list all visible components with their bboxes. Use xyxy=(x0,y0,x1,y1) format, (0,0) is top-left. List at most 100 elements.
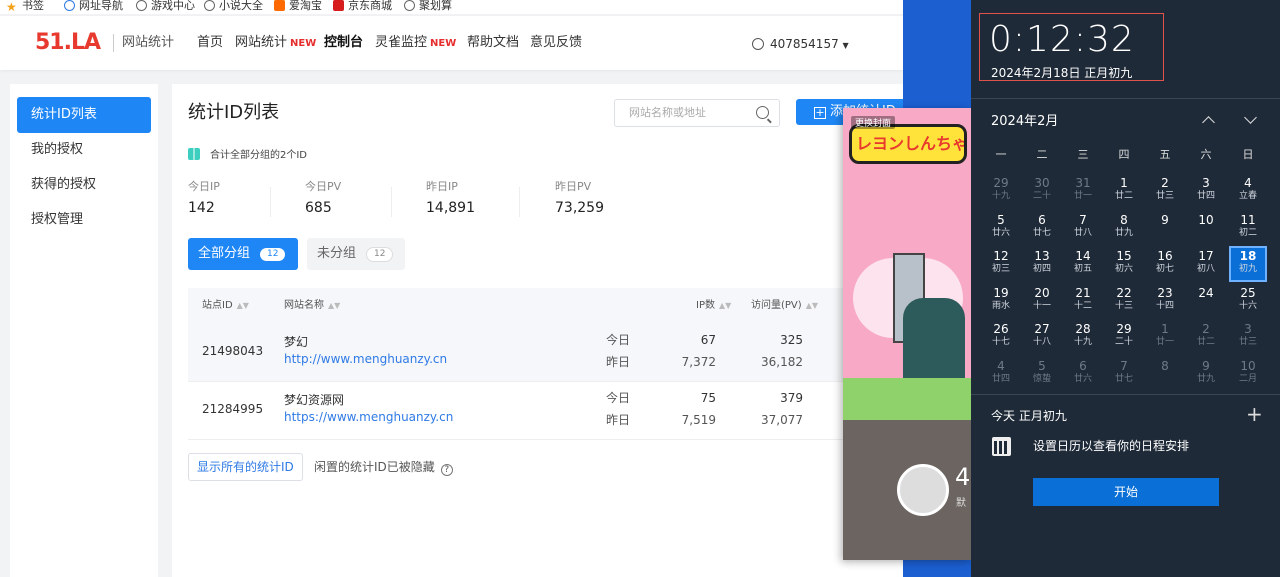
calendar-day[interactable]: 26 十七 xyxy=(982,319,1020,355)
calendar-day[interactable]: 9 廿九 xyxy=(1187,356,1225,392)
calendar-day[interactable]: 16 初七 xyxy=(1146,246,1184,282)
sidebar-item-received-authorization[interactable]: 获得的授权 xyxy=(17,167,151,203)
calendar-day[interactable]: 7 廿七 xyxy=(1105,356,1143,392)
chevron-down-icon[interactable] xyxy=(1241,110,1261,130)
clock-date[interactable]: 2024年2月18日 正月初九 xyxy=(991,66,1132,80)
calendar-day[interactable]: 30 二十 xyxy=(1023,173,1061,209)
nav-monitor[interactable]: 灵雀监控 NEW xyxy=(375,34,456,53)
day-number: 9 xyxy=(1202,358,1210,373)
calendar-day[interactable]: 25 十六 xyxy=(1229,283,1267,319)
search-input[interactable]: 网站名称或地址 xyxy=(614,99,780,127)
calendar-day[interactable]: 17 初八 xyxy=(1187,246,1225,282)
bookmark-item[interactable]: 爱淘宝 xyxy=(274,0,322,13)
calendar-day[interactable]: 29 十九 xyxy=(982,173,1020,209)
tab-all-groups[interactable]: 全部分组 12 xyxy=(188,238,298,270)
calendar-day[interactable]: 3 廿四 xyxy=(1187,173,1225,209)
calendar-day[interactable]: 11 初二 xyxy=(1229,210,1267,246)
calendar-day[interactable]: 21 十二 xyxy=(1064,283,1102,319)
bookmark-item[interactable]: 小说大全 xyxy=(204,0,263,13)
count-badge: 12 xyxy=(366,247,394,262)
lunar-label: 十一 xyxy=(1032,300,1051,311)
nav-feedback[interactable]: 意见反馈 xyxy=(530,34,582,52)
calendar-day[interactable]: 20 十一 xyxy=(1023,283,1061,319)
calendar-day[interactable]: 5 惊蛰 xyxy=(1023,356,1061,392)
column-pv[interactable]: 访问量(PV) ▲▼ xyxy=(751,299,818,313)
bookmark-item[interactable]: 游戏中心 xyxy=(136,0,195,13)
calendar-day[interactable]: 28 十九 xyxy=(1064,319,1102,355)
search-icon[interactable] xyxy=(756,106,769,119)
calendar-day[interactable]: 29 二十 xyxy=(1105,319,1143,355)
browser-window: ★ 书签 网址导航 游戏中心 小说大全 爱淘宝 京东商城 聚划算 51.LA 网站… xyxy=(0,0,903,577)
show-all-ids-button[interactable]: 显示所有的统计ID xyxy=(188,453,303,481)
sidebar-item-stat-id-list[interactable]: 统计ID列表 xyxy=(17,97,151,133)
calendar-day[interactable]: 1 廿一 xyxy=(1146,319,1184,355)
site-url-link[interactable]: http://www.menghuanzy.cn xyxy=(284,350,447,368)
stat-divider xyxy=(391,187,392,217)
bookmark-item[interactable]: 网址导航 xyxy=(64,0,123,13)
calendar-day[interactable]: 9 xyxy=(1146,210,1184,246)
calendar-day[interactable]: 4 立春 xyxy=(1229,173,1267,209)
calendar-day[interactable]: 8 xyxy=(1146,356,1184,392)
bookmark-item[interactable]: 京东商城 xyxy=(333,0,392,13)
calendar-day[interactable]: 2 廿二 xyxy=(1187,319,1225,355)
calendar-day[interactable]: 8 廿九 xyxy=(1105,210,1143,246)
lunar-label: 廿四 xyxy=(1196,191,1215,201)
clock-time: 0:12:32 xyxy=(989,19,1135,60)
calendar-day[interactable]: 12 初三 xyxy=(982,246,1020,282)
calendar-day-today[interactable]: 18 初九 xyxy=(1229,246,1267,282)
nav-site-stats[interactable]: 网站统计 NEW xyxy=(235,34,316,53)
calendar-day[interactable]: 2 廿三 xyxy=(1146,173,1184,209)
help-icon[interactable]: ? xyxy=(440,464,453,476)
calendar-day[interactable]: 6 廿七 xyxy=(1023,210,1061,246)
start-button[interactable]: 开始 xyxy=(1033,478,1219,506)
column-site-name[interactable]: 网站名称 ▲▼ xyxy=(284,299,340,313)
globe-icon xyxy=(204,0,215,11)
bookmark-item[interactable]: ★ 书签 xyxy=(6,0,44,13)
table-row[interactable]: 21498043 梦幻 http://www.menghuanzy.cn 今日 … xyxy=(188,324,903,382)
day-number: 7 xyxy=(1079,212,1087,227)
site-logo[interactable]: 51.LA xyxy=(35,30,101,56)
column-site-id[interactable]: 站点ID ▲▼ xyxy=(202,299,249,313)
yesterday-label: 昨日 xyxy=(606,413,631,427)
calendar-day[interactable]: 24 xyxy=(1187,283,1225,319)
nav-help-docs[interactable]: 帮助文档 xyxy=(467,34,519,52)
sidebar-item-authorization-management[interactable]: 授权管理 xyxy=(17,202,151,238)
nav-home[interactable]: 首页 xyxy=(197,34,223,52)
change-cover-badge[interactable]: 更换封面 xyxy=(851,116,896,129)
stat-yesterday-pv: 昨日PV 73,259 xyxy=(555,180,604,216)
bookmark-item[interactable]: 聚划算 xyxy=(404,0,452,13)
calendar-day[interactable]: 10 二月 xyxy=(1229,356,1267,392)
lunar-label: 廿八 xyxy=(1073,227,1092,238)
chevron-up-icon[interactable] xyxy=(1199,110,1219,130)
calendar-day[interactable]: 3 廿三 xyxy=(1229,319,1267,355)
calendar-day[interactable]: 19 雨水 xyxy=(982,283,1020,319)
lunar-label: 廿九 xyxy=(1196,373,1215,384)
calendar-day[interactable]: 1 廿二 xyxy=(1105,173,1143,209)
avatar[interactable] xyxy=(897,464,949,516)
calendar-day[interactable]: 23 十四 xyxy=(1146,283,1184,319)
nav-console[interactable]: 控制台 xyxy=(324,34,363,52)
day-number: 2 xyxy=(1202,322,1210,336)
calendar-day[interactable]: 22 十三 xyxy=(1105,283,1143,319)
user-icon xyxy=(752,38,764,50)
calendar-day[interactable]: 5 廿六 xyxy=(982,210,1020,246)
tab-ungrouped[interactable]: 未分组 12 xyxy=(307,238,405,270)
user-menu[interactable]: 407854157 ▼ xyxy=(752,35,849,55)
calendar-day[interactable]: 31 廿一 xyxy=(1064,173,1102,209)
calendar-day[interactable]: 27 十八 xyxy=(1023,319,1061,355)
month-label[interactable]: 2024年2月 xyxy=(991,114,1058,130)
calendar-day[interactable]: 14 初五 xyxy=(1064,246,1102,282)
add-event-icon[interactable]: + xyxy=(1246,404,1263,424)
column-ip[interactable]: IP数 ▲▼ xyxy=(696,299,731,313)
calendar-day[interactable]: 13 初四 xyxy=(1023,246,1061,282)
lunar-label: 十九 xyxy=(991,191,1010,201)
table-row[interactable]: 21284995 梦幻资源网 https://www.menghuanzy.cn… xyxy=(188,382,903,440)
calendar-day[interactable]: 6 廿六 xyxy=(1064,356,1102,392)
calendar-day[interactable]: 4 廿四 xyxy=(982,356,1020,392)
sidebar-item-my-authorization[interactable]: 我的授权 xyxy=(17,132,151,168)
weekday-label: 五 xyxy=(1159,148,1171,161)
calendar-day[interactable]: 15 初六 xyxy=(1105,246,1143,282)
site-url-link[interactable]: https://www.menghuanzy.cn xyxy=(284,408,453,426)
calendar-day[interactable]: 7 廿八 xyxy=(1064,210,1102,246)
calendar-day[interactable]: 10 xyxy=(1187,210,1225,246)
